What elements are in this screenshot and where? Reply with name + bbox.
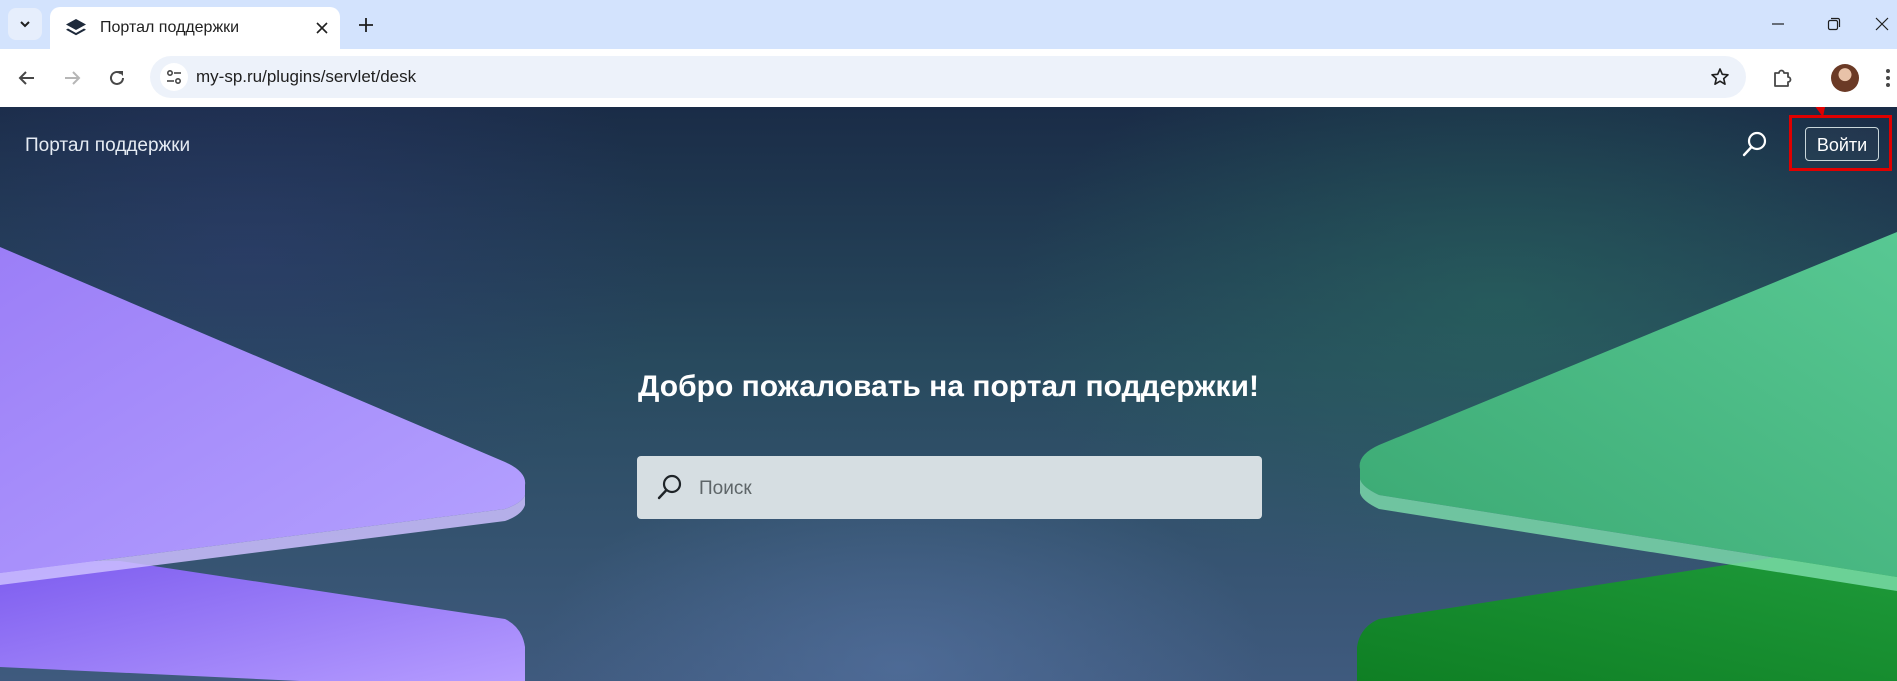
avatar[interactable]: [1831, 64, 1859, 92]
arrow-right-icon: [65, 71, 81, 85]
tab-title: Портал поддержки: [100, 19, 240, 36]
url-text[interactable]: my-sp.ru/plugins/servlet/desk: [196, 56, 416, 98]
new-tab-button[interactable]: [352, 11, 380, 39]
annotation-highlight-box: [1789, 115, 1892, 171]
close-window-button[interactable]: [1866, 8, 1897, 40]
search-icon[interactable]: [1740, 129, 1770, 159]
restore-icon: [1827, 17, 1841, 31]
reload-button[interactable]: [101, 62, 133, 94]
restore-button[interactable]: [1814, 8, 1854, 40]
address-bar[interactable]: my-sp.ru/plugins/servlet/desk: [150, 56, 1746, 98]
portal-page: Портал поддержки Войти Добро пожаловать …: [0, 107, 1897, 681]
search-icon: [657, 474, 682, 500]
puzzle-icon: [1774, 69, 1792, 87]
browser-tab[interactable]: Портал поддержки: [50, 7, 340, 49]
minimize-button[interactable]: [1758, 8, 1798, 40]
hero-title: Добро пожаловать на портал поддержки!: [638, 370, 1259, 403]
tab-close-button[interactable]: [312, 18, 332, 38]
plus-icon: [359, 18, 373, 32]
more-vertical-icon[interactable]: [1882, 62, 1894, 94]
annotation-arrow-icon: [1815, 107, 1825, 117]
browser-tab-strip: Портал поддержки: [0, 0, 1897, 49]
tab-search-button[interactable]: [8, 8, 42, 40]
arrow-left-icon: [18, 71, 34, 85]
chevron-down-icon: [20, 21, 30, 28]
site-title[interactable]: Портал поддержки: [25, 135, 190, 157]
browser-toolbar: my-sp.ru/plugins/servlet/desk: [0, 49, 1897, 107]
back-button[interactable]: [11, 62, 43, 94]
hero-search-input[interactable]: [697, 456, 1241, 521]
star-icon: [1711, 68, 1729, 85]
reload-icon: [110, 70, 124, 85]
extensions-button[interactable]: [1766, 62, 1798, 94]
close-icon: [1875, 17, 1888, 31]
minimize-icon: [1772, 23, 1784, 25]
hero-search-box[interactable]: [637, 456, 1262, 521]
bookmark-button[interactable]: [1708, 65, 1732, 89]
tune-icon: [166, 69, 182, 85]
forward-button[interactable]: [56, 62, 88, 94]
close-icon: [316, 22, 328, 34]
site-info-button[interactable]: [160, 63, 188, 91]
layers-icon: [66, 19, 86, 36]
